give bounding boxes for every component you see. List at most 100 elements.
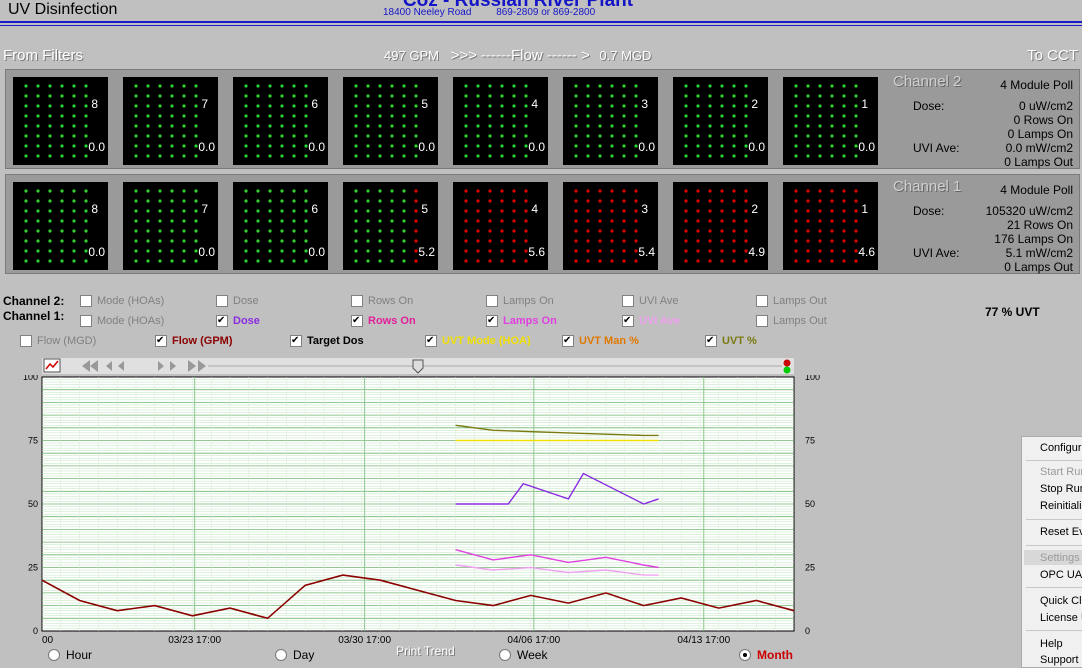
menu-item-2[interactable]: Stop Run <box>1040 483 1082 495</box>
lamp-off <box>610 134 614 138</box>
ch1-checkbox-3[interactable]: Lamps On <box>486 315 557 327</box>
lamp-off <box>194 189 198 193</box>
lamp-off <box>622 84 626 88</box>
ch2-checkbox-2[interactable]: Rows On <box>351 295 413 307</box>
lamp-on <box>574 219 578 223</box>
lamp-off <box>708 94 712 98</box>
menu-item-3[interactable]: Reinitializ <box>1040 500 1082 512</box>
uv-module-7[interactable]: 7 0.0 <box>123 182 218 270</box>
lamp-off <box>268 134 272 138</box>
lamp-off <box>476 84 480 88</box>
lamp-on <box>806 259 810 263</box>
ch1-checkbox-1[interactable]: Dose <box>216 315 260 327</box>
menu-item-7[interactable]: Quick Cli <box>1040 595 1082 607</box>
lamp-on <box>684 249 688 253</box>
menu-item-10[interactable]: Support <box>1040 654 1079 666</box>
checkbox-box <box>216 315 228 327</box>
lamp-off <box>500 124 504 128</box>
lamp-off <box>84 199 88 203</box>
lamp-off <box>170 154 174 158</box>
uv-module-6[interactable]: 6 0.0 <box>233 182 328 270</box>
lamp-on <box>818 249 822 253</box>
lamp-off <box>244 209 248 213</box>
uv-module-2[interactable]: 2 0.0 <box>673 77 768 165</box>
uv-module-4[interactable]: 4 0.0 <box>453 77 548 165</box>
uv-module-2[interactable]: 2 4.9 <box>673 182 768 270</box>
ch1-checkbox-5[interactable]: Lamps Out <box>756 315 827 327</box>
lamp-on <box>524 229 528 233</box>
lamp-off <box>194 249 198 253</box>
lamp-on <box>732 229 736 233</box>
lamp-on <box>842 249 846 253</box>
lamp-off <box>610 144 614 148</box>
ch2-checkbox-3[interactable]: Lamps On <box>486 295 554 307</box>
lamp-on <box>414 189 418 193</box>
chart-settings-icon[interactable] <box>43 358 61 373</box>
lamp-off <box>280 104 284 108</box>
lamp-on <box>732 189 736 193</box>
channel-2-trend-label: Channel 2: <box>3 294 65 308</box>
ch1-checkbox-2[interactable]: Rows On <box>351 315 416 327</box>
ch2-checkbox-4[interactable]: UVI Ave <box>622 295 679 307</box>
uv-module-8[interactable]: 8 0.0 <box>13 77 108 165</box>
uv-module-6[interactable]: 6 0.0 <box>233 77 328 165</box>
lamp-off <box>696 134 700 138</box>
uv-module-4[interactable]: 4 5.6 <box>453 182 548 270</box>
uv-module-5[interactable]: 5 5.2 <box>343 182 438 270</box>
menu-item-1[interactable]: Start Run <box>1040 466 1082 478</box>
lamp-off <box>292 259 296 263</box>
lamp-off <box>818 114 822 118</box>
menu-item-5[interactable]: Settings <box>1040 552 1080 564</box>
lamp-off <box>720 144 724 148</box>
lamp-on <box>414 259 418 263</box>
lamp-on <box>488 249 492 253</box>
plant-checkbox-1[interactable]: Flow (GPM) <box>155 335 233 347</box>
lamp-off <box>170 144 174 148</box>
uv-module-3[interactable]: 3 0.0 <box>563 77 658 165</box>
uv-module-3[interactable]: 3 5.4 <box>563 182 658 270</box>
menu-item-0[interactable]: Configura <box>1040 442 1082 454</box>
checkbox-box <box>562 335 574 347</box>
lamp-on <box>574 229 578 233</box>
plant-checkbox-5[interactable]: UVT % <box>705 335 757 347</box>
lamp-off <box>476 94 480 98</box>
ch1-checkbox-0[interactable]: Mode (HOAs) <box>80 315 164 327</box>
y-tick-label-left: 0 <box>33 626 38 636</box>
uv-module-1[interactable]: 1 0.0 <box>783 77 878 165</box>
ch2-checkbox-1[interactable]: Dose <box>216 295 259 307</box>
print-month-radio[interactable]: Month <box>739 648 793 662</box>
lamp-off <box>134 229 138 233</box>
plant-checkbox-2[interactable]: Target Dos <box>290 335 364 347</box>
menu-item-4[interactable]: Reset Ev <box>1040 526 1082 538</box>
print-week-radio[interactable]: Week <box>499 648 547 662</box>
lamp-on <box>794 239 798 243</box>
plant-checkbox-4[interactable]: UVT Man % <box>562 335 639 347</box>
plant-checkbox-3[interactable]: UVT Mode (HOA) <box>425 335 531 347</box>
lamp-on <box>622 229 626 233</box>
lamp-off <box>634 104 638 108</box>
lamp-on <box>586 209 590 213</box>
plant-checkbox-0[interactable]: Flow (MGD) <box>20 335 96 347</box>
uv-module-8[interactable]: 8 0.0 <box>13 182 108 270</box>
uv-module-5[interactable]: 5 0.0 <box>343 77 438 165</box>
ch2-checkbox-0[interactable]: Mode (HOAs) <box>80 295 164 307</box>
menu-item-8[interactable]: License U <box>1040 612 1082 624</box>
ch2-checkbox-5[interactable]: Lamps Out <box>756 295 827 307</box>
ch1-checkbox-4[interactable]: UVI Ave <box>622 315 680 327</box>
lamp-on <box>696 259 700 263</box>
lamp-off <box>84 249 88 253</box>
print-day-radio[interactable]: Day <box>275 648 314 662</box>
lamp-off <box>696 104 700 108</box>
uv-module-1[interactable]: 1 4.6 <box>783 182 878 270</box>
uv-module-7[interactable]: 7 0.0 <box>123 77 218 165</box>
lamp-off <box>806 154 810 158</box>
lamp-on <box>586 249 590 253</box>
menu-item-9[interactable]: Help <box>1040 638 1063 650</box>
lamp-off <box>24 114 28 118</box>
trend-chart[interactable]: 0 025 2550 5075 75100 10000 03/23 17:00 03/30 1… <box>0 375 830 645</box>
lamp-off <box>744 104 748 108</box>
lamp-on <box>586 199 590 203</box>
print-hour-radio[interactable]: Hour <box>48 648 92 662</box>
menu-item-6[interactable]: OPC UA C <box>1040 569 1082 581</box>
lamp-off <box>378 104 382 108</box>
